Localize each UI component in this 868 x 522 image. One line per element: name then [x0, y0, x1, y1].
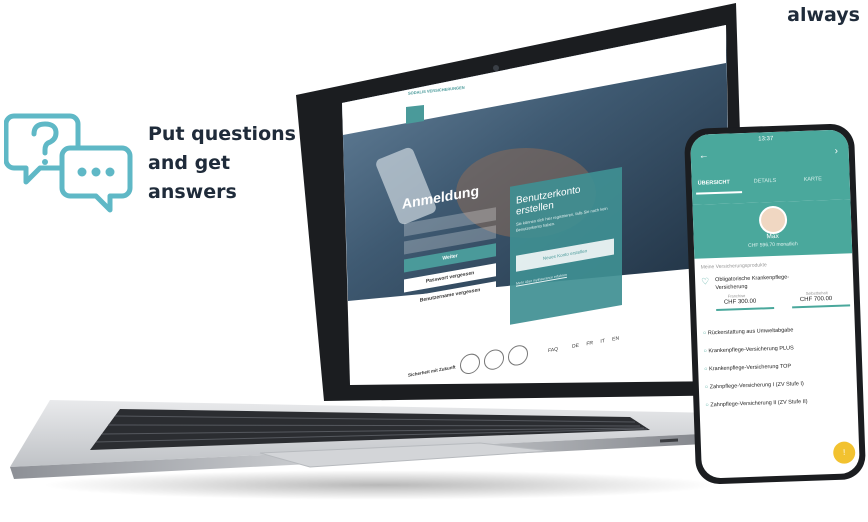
lang-de[interactable]: DE	[572, 343, 579, 350]
product-label: Krankenpflege-Versicherung PLUS	[708, 345, 794, 355]
product-label: Rückerstattung aus Umweltabgabe	[707, 327, 794, 337]
product-label: Zahnpflege-Versicherung I (ZV Stufe I)	[709, 381, 804, 391]
chevron-right-icon[interactable]: ›	[835, 146, 839, 157]
product-row[interactable]: ○ Zahnpflege-Versicherung II (ZV Stufe I…	[705, 391, 856, 414]
back-arrow-icon[interactable]: ←	[699, 150, 709, 161]
tab-uebersicht[interactable]: ÜBERSICHT	[698, 180, 730, 187]
product-icon: ○	[702, 330, 707, 337]
heart-icon: ♡	[700, 276, 710, 287]
active-tab-indicator	[696, 191, 743, 195]
lang-en[interactable]: EN	[612, 336, 619, 343]
tagline: always	[787, 4, 860, 26]
franchise-bar	[716, 307, 775, 312]
lang-it[interactable]: IT	[600, 338, 604, 345]
product-icon: ○	[703, 348, 708, 355]
question-chat-icon	[4, 113, 133, 213]
status-time: 13:37	[758, 135, 774, 143]
avatar[interactable]	[758, 205, 788, 235]
product-icon: ○	[704, 366, 708, 373]
app-header: 13:37 ← › ÜBERSICHT DETAILS KARTE	[690, 129, 851, 205]
main-product-title-2: Versicherung	[715, 283, 748, 292]
tooth-icon: ○	[705, 402, 709, 409]
product-list: ○ Rückerstattung aus Umweltabgabe ○ Kran…	[703, 319, 856, 414]
main-product-title[interactable]: Obligatorische Krankenpflege- Versicheru…	[715, 273, 790, 292]
tab-karte[interactable]: KARTE	[804, 176, 822, 183]
laptop-base	[10, 400, 725, 479]
franchise-label: Franchise	[727, 293, 746, 299]
selbstbehalt-value: CHF 700.00	[799, 296, 833, 304]
floating-action-button[interactable]: !	[832, 441, 856, 465]
register-panel: Benutzerkonto erstellen Sie können sich …	[510, 167, 622, 325]
login-title: Anmeldung	[402, 182, 479, 212]
tab-details[interactable]: DETAILS	[754, 178, 777, 185]
phone-screen: 13:37 ← › ÜBERSICHT DETAILS KARTE Max CH…	[690, 129, 860, 479]
selbstbehalt-label: Selbstbehalt	[805, 290, 828, 296]
product-label: Krankenpflege-Versicherung TOP	[708, 363, 792, 373]
phone-device: 13:37 ← › ÜBERSICHT DETAILS KARTE Max CH…	[683, 123, 867, 485]
section-title: Meine Versicherungsprodukte	[700, 262, 767, 271]
product-label: Zahnpflege-Versicherung II (ZV Stufe II)	[710, 398, 808, 409]
lang-fr[interactable]: FR	[586, 340, 593, 347]
laptop-site: SODALIS VERSICHERUNGEN Anmeldung Weiter …	[350, 0, 720, 385]
selbstbehalt-bar	[792, 304, 851, 309]
brand-name: SODALIS VERSICHERUNGEN	[408, 84, 465, 96]
tooth-icon: ○	[704, 384, 709, 391]
franchise-value: CHF 300.00	[723, 298, 757, 306]
profile-area: Max CHF 596.70 monatlich	[692, 199, 853, 259]
